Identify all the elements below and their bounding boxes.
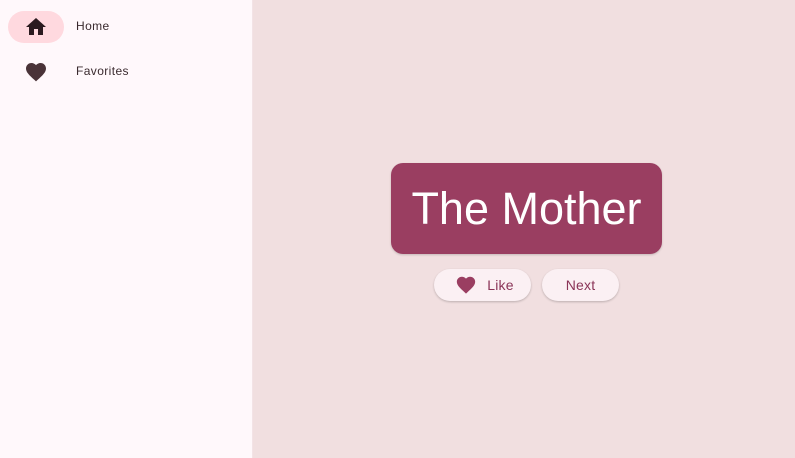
home-icon [26, 18, 46, 35]
nav-item-home[interactable]: Home [0, 4, 252, 48]
nav-item-favorites[interactable]: Favorites [0, 49, 252, 93]
like-button-label: Like [487, 277, 514, 293]
next-button-label: Next [565, 277, 596, 293]
main-content: The Mother Like Next [253, 0, 795, 458]
app-window: Home Favorites The Mother Like Next [0, 0, 795, 458]
word-pair-text: The Mother [411, 182, 642, 234]
nav-item-label: Favorites [76, 64, 129, 78]
next-button[interactable]: Next [542, 269, 619, 301]
heart-icon [26, 63, 46, 82]
heart-icon [457, 276, 476, 294]
navigation-rail: Home Favorites [0, 0, 252, 458]
like-button[interactable]: Like [434, 269, 531, 301]
word-pair-card: The Mother [391, 163, 662, 254]
nav-item-label: Home [76, 19, 110, 33]
